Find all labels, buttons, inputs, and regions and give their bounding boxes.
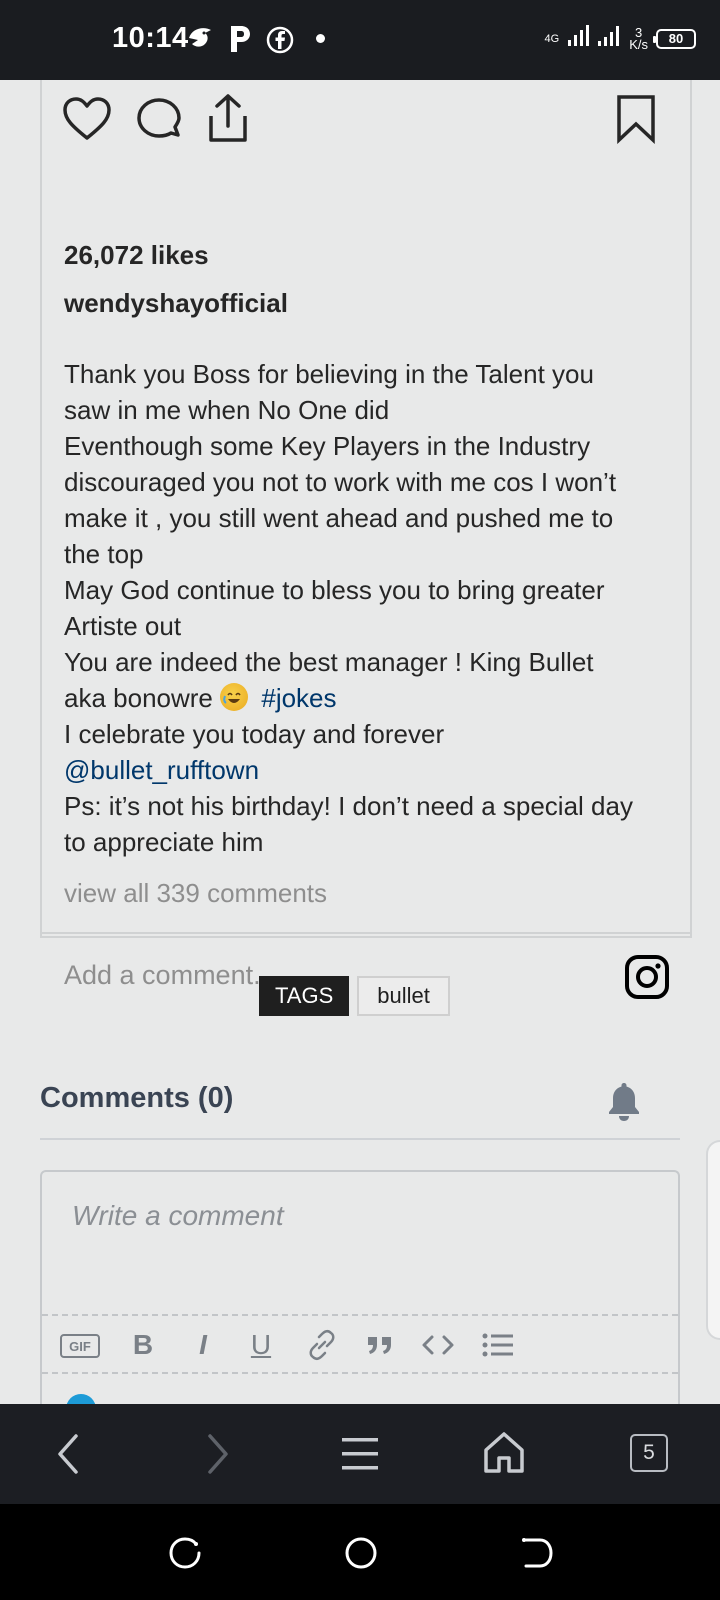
forward-arrow-icon[interactable]	[206, 1432, 230, 1481]
bold-button[interactable]: B	[128, 1326, 158, 1364]
quote-icon[interactable]	[362, 1326, 398, 1364]
underline-button[interactable]: U	[246, 1326, 276, 1364]
comment-icon[interactable]	[135, 96, 183, 149]
caption-line: I celebrate you today and forever	[64, 719, 445, 749]
code-icon[interactable]	[418, 1326, 458, 1364]
gif-button[interactable]: GIF	[60, 1334, 100, 1358]
caption-line: Artiste out	[64, 611, 182, 641]
caption-line: the top	[64, 539, 144, 569]
comments-divider	[40, 1138, 680, 1140]
link-icon[interactable]	[304, 1326, 340, 1364]
list-icon[interactable]	[478, 1326, 518, 1364]
caption-line: You are indeed the best manager ! King B…	[64, 647, 594, 677]
network-type: 4G	[544, 32, 560, 45]
home-icon[interactable]	[482, 1430, 526, 1479]
back-gesture-icon[interactable]	[520, 1536, 554, 1575]
caption-line: discouraged you not to work with me cos …	[64, 467, 617, 497]
mention-link[interactable]: @bullet_rufftown	[64, 752, 674, 788]
hashtag-link[interactable]: #jokes	[261, 683, 336, 713]
comment-editor[interactable]: Write a comment GIF B I U	[40, 1170, 680, 1424]
instagram-logo-icon[interactable]	[624, 954, 670, 1005]
italic-button[interactable]: I	[188, 1326, 218, 1364]
comments-heading: Comments (0)	[40, 1082, 234, 1114]
recent-apps-icon[interactable]	[168, 1536, 202, 1575]
hummingbird-icon	[186, 22, 214, 59]
facebook-icon	[266, 26, 294, 59]
tab-count-button[interactable]: 5	[630, 1434, 668, 1472]
bookmark-icon[interactable]	[616, 94, 656, 149]
caption-line: Ps: it’s not his birthday! I don’t need …	[64, 791, 633, 821]
add-comment-input[interactable]: Add a comment...	[64, 960, 276, 991]
tag-bullet[interactable]: bullet	[357, 976, 450, 1016]
side-drawer-handle[interactable]	[706, 1140, 720, 1340]
share-icon[interactable]	[205, 92, 251, 149]
editor-toolbar: GIF B I U	[42, 1314, 678, 1374]
caption-aka-text: aka bonowre	[64, 683, 213, 713]
caption-line: make it , you still went ahead and pushe…	[64, 503, 614, 533]
divider	[42, 932, 690, 934]
likes-count[interactable]: 26,072 likes	[64, 240, 209, 271]
status-right-group: 4G 3 K/s 80	[545, 24, 696, 53]
status-bar: 10:14 4G 3 K/s 80	[0, 0, 720, 80]
caption-line: saw in me when No One did	[64, 395, 390, 425]
status-time: 10:14	[112, 22, 189, 54]
home-circle-icon[interactable]	[344, 1536, 378, 1575]
tags-row: TAGS bullet	[259, 976, 450, 1016]
signal-icon-1	[567, 24, 590, 53]
view-all-comments-link[interactable]: view all 339 comments	[64, 878, 327, 909]
menu-icon[interactable]	[340, 1436, 380, 1477]
caption-line: to appreciate him	[64, 827, 264, 857]
caption-line: May God continue to bless you to bring g…	[64, 575, 605, 605]
browser-bottom-bar: 5	[0, 1404, 720, 1504]
post-caption: Thank you Boss for believing in the Tale…	[64, 356, 674, 860]
tags-label: TAGS	[259, 976, 350, 1016]
caption-line-aka: aka bonowre #jokes	[64, 680, 674, 716]
caption-line: Eventhough some Key Players in the Indus…	[64, 431, 591, 461]
heart-icon[interactable]	[62, 96, 112, 147]
system-navigation-bar	[0, 1504, 720, 1600]
back-arrow-icon[interactable]	[56, 1432, 80, 1481]
notification-dot	[316, 34, 325, 43]
comment-editor-placeholder[interactable]: Write a comment	[72, 1200, 284, 1232]
network-speed: 3 K/s	[629, 24, 648, 52]
laughing-emoji-icon	[220, 683, 249, 711]
parking-p-icon	[228, 24, 252, 59]
battery-indicator: 80	[653, 28, 696, 49]
post-username[interactable]: wendyshayofficial	[64, 288, 288, 319]
bell-icon[interactable]	[606, 1080, 642, 1127]
instagram-embed: 26,072 likes wendyshayofficial Thank you…	[40, 80, 692, 999]
caption-line: Thank you Boss for believing in the Tale…	[64, 359, 594, 389]
signal-icon-2	[597, 24, 621, 53]
